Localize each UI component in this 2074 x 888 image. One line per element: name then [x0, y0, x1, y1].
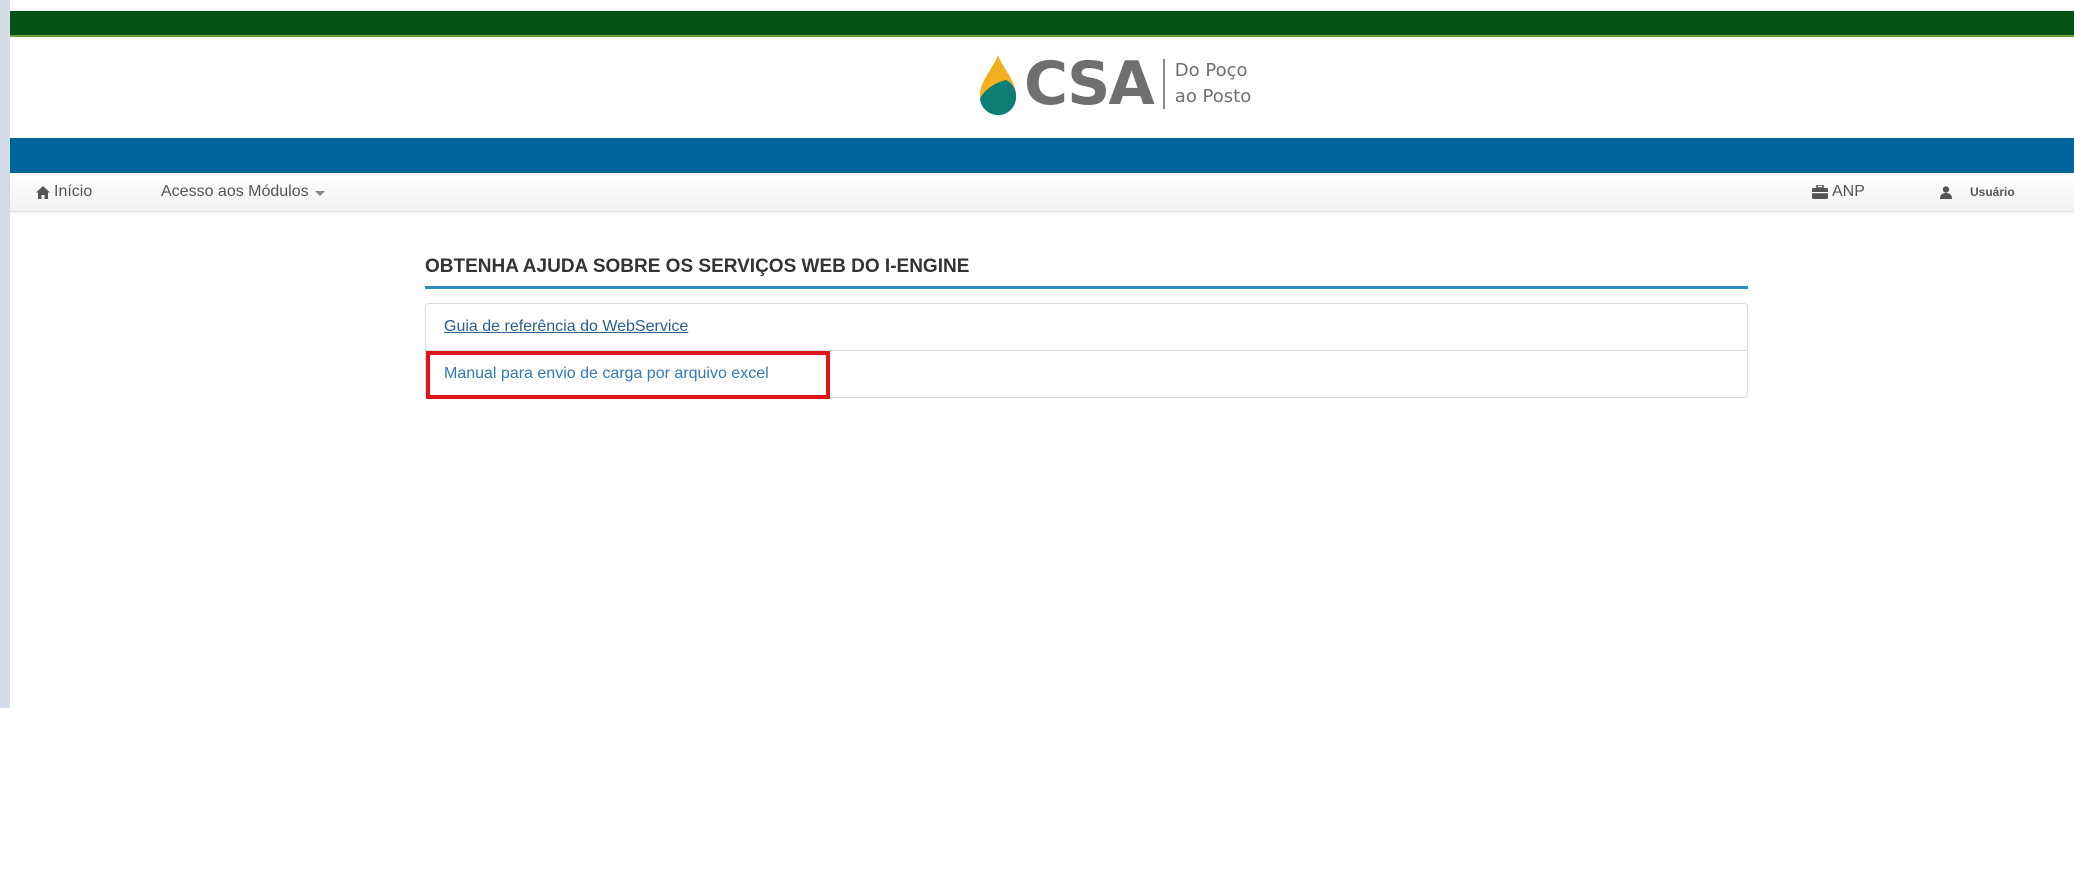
page-title: OBTENHA AJUDA SOBRE OS SERVIÇOS WEB DO I… [425, 252, 1748, 289]
nav-org-label: ANP [1832, 183, 1865, 200]
header-logo-area: CSA Do Poço ao Posto [10, 37, 2074, 138]
logo-slogan: Do Poço ao Posto [1175, 58, 1251, 110]
nav-user-menu[interactable]: Usuário [1940, 173, 2015, 211]
help-content: OBTENHA AJUDA SOBRE OS SERVIÇOS WEB DO I… [425, 252, 1748, 399]
main-navbar: Início Acesso aos Módulos ANP Usuário [10, 173, 2074, 212]
excel-manual-link[interactable]: Manual para envio de carga por arquivo e… [444, 365, 769, 383]
left-edge-strip [0, 0, 10, 708]
page: CSA Do Poço ao Posto Início Acesso aos M… [10, 0, 2074, 708]
csa-logo[interactable]: CSA Do Poço ao Posto [976, 51, 1251, 117]
slogan-line-1: Do Poço [1174, 60, 1248, 81]
list-item: Manual para envio de carga por arquivo e… [426, 350, 1747, 399]
drop-icon [980, 55, 1017, 115]
logo-divider [1162, 59, 1165, 109]
nav-home-link[interactable]: Início [36, 173, 92, 211]
caret-down-icon [314, 190, 325, 196]
blue-band [10, 138, 2074, 173]
nav-org-link[interactable]: ANP [1812, 173, 1865, 211]
nav-home-label: Início [54, 183, 93, 200]
slogan-line-2: ao Posto [1174, 86, 1252, 107]
nav-modules-dropdown[interactable]: Acesso aos Módulos [161, 173, 325, 211]
top-green-bar [10, 11, 2074, 35]
nav-modules-label: Acesso aos Módulos [161, 183, 309, 200]
logo-text: CSA [1024, 49, 1155, 119]
user-icon [1940, 185, 1952, 199]
help-links-list: Guia de referência do WebService Manual … [425, 303, 1748, 399]
nav-user-label: Usuário [1970, 185, 2015, 199]
home-icon [36, 185, 50, 199]
webservice-guide-link[interactable]: Guia de referência do WebService [444, 318, 688, 336]
briefcase-icon [1812, 185, 1828, 199]
list-item: Guia de referência do WebService [426, 304, 1747, 350]
